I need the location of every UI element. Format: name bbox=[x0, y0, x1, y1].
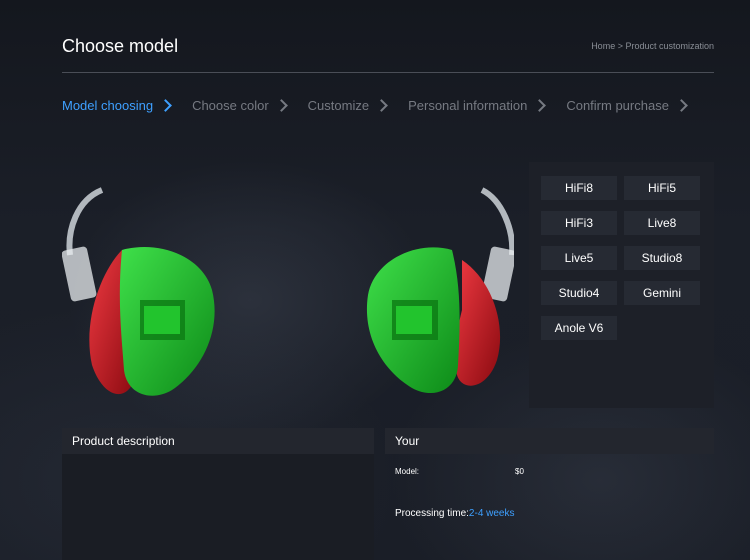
step-model-choosing[interactable]: Model choosing bbox=[62, 98, 172, 113]
chevron-right-icon bbox=[375, 99, 388, 112]
breadcrumb[interactable]: Home > Product customization bbox=[591, 41, 714, 51]
model-selector-panel: HiFi8 HiFi5 HiFi3 Live8 Live5 Studio8 St… bbox=[529, 162, 714, 408]
model-button-hifi5[interactable]: HiFi5 bbox=[624, 176, 700, 200]
right-earphone bbox=[366, 187, 514, 394]
step-choose-color[interactable]: Choose color bbox=[192, 98, 288, 113]
model-button-hifi3[interactable]: HiFi3 bbox=[541, 211, 617, 235]
order-summary-panel: Your Model: $0 Processing time:2-4 weeks bbox=[385, 428, 714, 560]
step-label: Confirm purchase bbox=[566, 98, 669, 113]
product-description-title: Product description bbox=[62, 428, 374, 454]
chevron-right-icon bbox=[533, 99, 547, 112]
order-summary-title: Your bbox=[385, 428, 714, 454]
model-button-live5[interactable]: Live5 bbox=[541, 246, 617, 270]
model-button-hifi8[interactable]: HiFi8 bbox=[541, 176, 617, 200]
processing-time-value: 2-4 weeks bbox=[468, 508, 515, 519]
step-confirm-purchase[interactable]: Confirm purchase bbox=[566, 98, 688, 113]
model-button-studio4[interactable]: Studio4 bbox=[541, 281, 617, 305]
step-label: Personal information bbox=[408, 98, 528, 113]
step-label: Model choosing bbox=[62, 98, 154, 113]
processing-time: Processing time:2-4 weeks bbox=[395, 508, 515, 519]
processing-time-label: Processing time: bbox=[395, 508, 469, 519]
step-customize[interactable]: Customize bbox=[307, 98, 388, 113]
model-button-studio8[interactable]: Studio8 bbox=[624, 246, 700, 270]
model-button-live8[interactable]: Live8 bbox=[624, 211, 700, 235]
chevron-right-icon bbox=[675, 99, 688, 112]
step-progress: Model choosing Choose color Customize Pe… bbox=[62, 98, 708, 113]
page-header: Choose model Home > Product customizatio… bbox=[62, 36, 714, 73]
chevron-right-icon bbox=[274, 99, 288, 112]
step-label: Choose color bbox=[192, 98, 269, 113]
product-description-panel: Product description bbox=[62, 428, 374, 560]
chevron-right-icon bbox=[159, 99, 172, 112]
earphone-preview-image bbox=[62, 187, 514, 396]
step-label: Customize bbox=[307, 98, 370, 113]
left-earphone bbox=[62, 187, 215, 396]
model-button-anole-v6[interactable]: Anole V6 bbox=[541, 316, 617, 340]
page-title: Choose model bbox=[62, 36, 179, 56]
model-label: Model: bbox=[395, 467, 420, 476]
step-personal-information[interactable]: Personal information bbox=[408, 98, 547, 113]
price-value: $0 bbox=[515, 467, 524, 476]
model-button-gemini[interactable]: Gemini bbox=[624, 281, 700, 305]
